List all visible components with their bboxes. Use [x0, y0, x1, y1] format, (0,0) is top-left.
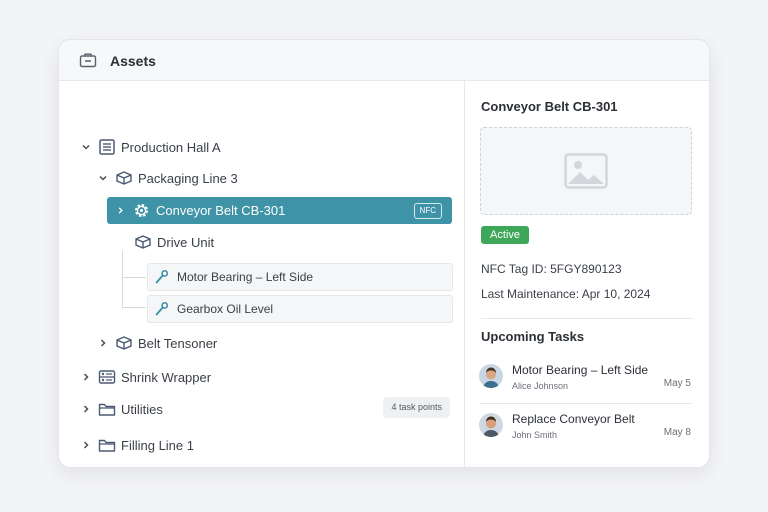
tree-item-motor-bearing[interactable]: Motor Bearing – Left Side [147, 263, 453, 291]
upcoming-tasks-title: Upcoming Tasks [481, 329, 585, 344]
folder-icon [98, 439, 116, 452]
box-icon [135, 235, 151, 249]
detail-title: Conveyor Belt CB-301 [481, 99, 618, 114]
chevron-right-icon[interactable] [98, 338, 108, 348]
tree-label: Utilities [121, 401, 163, 417]
divider [481, 318, 693, 319]
chevron-right-icon[interactable] [81, 440, 91, 450]
panel-title: Assets [110, 53, 156, 69]
tree-label: Belt Tensoner [138, 335, 218, 351]
tree-guide [122, 251, 123, 307]
person-avatar-icon [479, 413, 503, 437]
task-name: Motor Bearing – Left Side [512, 363, 649, 377]
chevron-down-icon[interactable] [98, 173, 108, 183]
box-icon [116, 336, 132, 350]
task-date: May 5 [663, 378, 691, 389]
task-name: Replace Conveyor Belt [512, 412, 635, 426]
status-badge: Active [481, 226, 529, 244]
task-item[interactable]: Motor Bearing – Left Side Alice Johnson … [479, 363, 691, 403]
briefcase-icon [79, 53, 97, 68]
tree-label: Filling Line 1 [121, 437, 194, 453]
person-avatar-icon [479, 364, 503, 388]
nfc-tag-id: NFC Tag ID: 5FGY890123 [481, 262, 622, 276]
tree-item-belt-tensoner[interactable]: Belt Tensoner [98, 330, 217, 356]
tree-label: Conveyor Belt CB-301 [156, 203, 286, 218]
panel-header: Assets [59, 40, 709, 81]
nfc-badge: NFC [413, 203, 442, 219]
tree-item-drive-unit[interactable]: Drive Unit [134, 229, 214, 255]
asset-detail: Conveyor Belt CB-301 Active NFC Tag ID: … [465, 81, 709, 467]
task-date: May 8 [663, 427, 691, 438]
gear-icon [134, 203, 149, 218]
tree-label: Production Hall A [121, 139, 221, 155]
box-icon [116, 171, 132, 185]
chevron-down-icon[interactable] [81, 142, 91, 152]
asset-tree: Production Hall A Packaging Line 3 Conve… [59, 81, 464, 467]
tree-guide [122, 307, 146, 308]
task-assignee: Alice Johnson [512, 381, 569, 391]
tree-item-gearbox-oil[interactable]: Gearbox Oil Level [147, 295, 453, 323]
tree-item-conveyor-belt[interactable]: Conveyor Belt CB-301 NFC [107, 197, 452, 224]
folder-icon [98, 403, 116, 416]
divider [479, 403, 691, 404]
tree-item-packaging-line[interactable]: Packaging Line 3 [98, 165, 238, 191]
task-assignee: John Smith [512, 430, 558, 440]
image-icon [564, 153, 608, 189]
task-points-badge: 4 task points [383, 397, 450, 418]
tree-item-production-hall[interactable]: Production Hall A [81, 134, 221, 160]
tree-item-filling-line[interactable]: Filling Line 1 [81, 432, 194, 458]
last-maintenance: Last Maintenance: Apr 10, 2024 [481, 287, 651, 301]
image-placeholder[interactable] [480, 127, 692, 215]
avatar [479, 364, 503, 388]
sensor-icon [155, 269, 169, 284]
chevron-right-icon[interactable] [116, 206, 125, 215]
tree-item-utilities[interactable]: Utilities [81, 396, 163, 422]
assets-panel: Assets Production Hall A Packaging Line … [58, 39, 710, 468]
tree-label: Packaging Line 3 [138, 170, 238, 186]
machine-icon [98, 370, 116, 384]
tree-label: Gearbox Oil Level [177, 302, 274, 316]
tree-guide [122, 277, 146, 278]
tree-label: Motor Bearing – Left Side [177, 270, 314, 284]
chevron-right-icon[interactable] [81, 372, 91, 382]
document-icon [99, 139, 115, 155]
task-item[interactable]: Replace Conveyor Belt John Smith May 8 [479, 412, 691, 452]
chevron-right-icon[interactable] [81, 404, 91, 414]
tree-label: Drive Unit [157, 234, 215, 250]
sensor-icon [155, 301, 169, 316]
avatar [479, 413, 503, 437]
tree-label: Shrink Wrapper [121, 369, 212, 385]
tree-item-shrink-wrapper[interactable]: Shrink Wrapper [81, 364, 211, 390]
